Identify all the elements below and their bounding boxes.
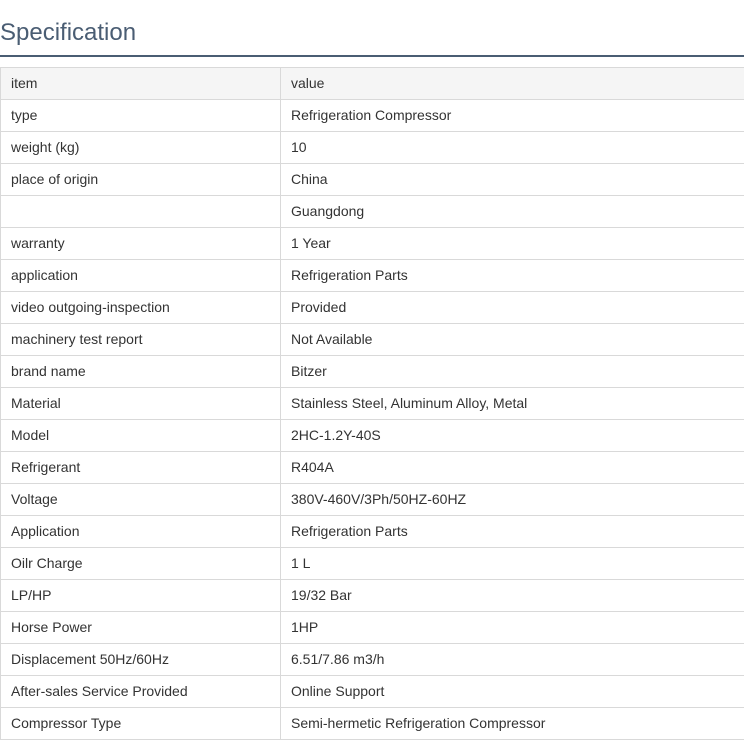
- row-item-cell: place of origin: [0, 163, 281, 196]
- row-value-cell: Online Support: [280, 675, 744, 708]
- row-value-cell: Guangdong: [280, 195, 744, 228]
- table-row: warranty 1 Year: [0, 227, 744, 260]
- table-row: brand name Bitzer: [0, 355, 744, 388]
- row-item-cell: application: [0, 259, 281, 292]
- row-value-cell: 1 Year: [280, 227, 744, 260]
- row-item-cell: weight (kg): [0, 131, 281, 164]
- table-row: Refrigerant R404A: [0, 451, 744, 484]
- row-item-cell: warranty: [0, 227, 281, 260]
- table-row: Compressor Type Semi-hermetic Refrigerati…: [0, 707, 744, 740]
- row-value-cell: 1HP: [280, 611, 744, 644]
- table-row: Horse Power 1HP: [0, 611, 744, 644]
- table-row: LP/HP 19/32 Bar: [0, 579, 744, 612]
- table-row: machinery test report Not Available: [0, 323, 744, 356]
- header-cell-value: value: [280, 67, 744, 100]
- row-value-cell: Not Available: [280, 323, 744, 356]
- row-item-cell: Model: [0, 419, 281, 452]
- table-row: weight (kg) 10: [0, 131, 744, 164]
- row-item-cell: Oilr Charge: [0, 547, 281, 580]
- row-item-cell: [0, 195, 281, 228]
- table-row: Voltage 380V-460V/3Ph/50HZ-60HZ: [0, 483, 744, 516]
- row-item-cell: Displacement 50Hz/60Hz: [0, 643, 281, 676]
- row-value-cell: Refrigeration Compressor: [280, 99, 744, 132]
- row-value-cell: Semi-hermetic Refrigeration Compressor: [280, 707, 744, 740]
- spec-table: item value type Refrigeration Compressor w…: [0, 67, 744, 740]
- page-title: Specification: [0, 19, 137, 46]
- row-value-cell: Refrigeration Parts: [280, 259, 744, 292]
- row-item-cell: Horse Power: [0, 611, 281, 644]
- table-row: After-sales Service Provided Online Suppo…: [0, 675, 744, 708]
- table-row: Model 2HC-1.2Y-40S: [0, 419, 744, 452]
- table-row: Material Stainless Steel, Aluminum Alloy,…: [0, 387, 744, 420]
- row-value-cell: Stainless Steel, Aluminum Alloy, Metal: [280, 387, 744, 420]
- table-header-row: item value: [0, 67, 744, 100]
- row-item-cell: Refrigerant: [0, 451, 281, 484]
- row-value-cell: Provided: [280, 291, 744, 324]
- table-row: type Refrigeration Compressor: [0, 99, 744, 132]
- table-row: Displacement 50Hz/60Hz 6.51/7.86 m3/h: [0, 643, 744, 676]
- row-item-cell: Voltage: [0, 483, 281, 516]
- table-row: Oilr Charge 1 L: [0, 547, 744, 580]
- table-row: place of origin China: [0, 163, 744, 196]
- row-item-cell: machinery test report: [0, 323, 281, 356]
- row-value-cell: China: [280, 163, 744, 196]
- table-row: Application Refrigeration Parts: [0, 515, 744, 548]
- row-value-cell: 1 L: [280, 547, 744, 580]
- table-row: video outgoing-inspection Provided: [0, 291, 744, 324]
- table-row: Guangdong: [0, 195, 744, 228]
- row-value-cell: Bitzer: [280, 355, 744, 388]
- row-value-cell: 19/32 Bar: [280, 579, 744, 612]
- row-value-cell: 6.51/7.86 m3/h: [280, 643, 744, 676]
- row-value-cell: 10: [280, 131, 744, 164]
- row-item-cell: brand name: [0, 355, 281, 388]
- row-item-cell: Application: [0, 515, 281, 548]
- row-item-cell: LP/HP: [0, 579, 281, 612]
- spec-table-body: item value type Refrigeration Compressor w…: [0, 67, 744, 740]
- row-item-cell: Compressor Type: [0, 707, 281, 740]
- header-cell-item: item: [0, 67, 281, 100]
- row-item-cell: After-sales Service Provided: [0, 675, 281, 708]
- row-item-cell: type: [0, 99, 281, 132]
- row-value-cell: Refrigeration Parts: [280, 515, 744, 548]
- row-value-cell: 380V-460V/3Ph/50HZ-60HZ: [280, 483, 744, 516]
- title-divider: [0, 55, 744, 57]
- row-item-cell: video outgoing-inspection: [0, 291, 281, 324]
- table-row: application Refrigeration Parts: [0, 259, 744, 292]
- row-item-cell: Material: [0, 387, 281, 420]
- row-value-cell: R404A: [280, 451, 744, 484]
- row-value-cell: 2HC-1.2Y-40S: [280, 419, 744, 452]
